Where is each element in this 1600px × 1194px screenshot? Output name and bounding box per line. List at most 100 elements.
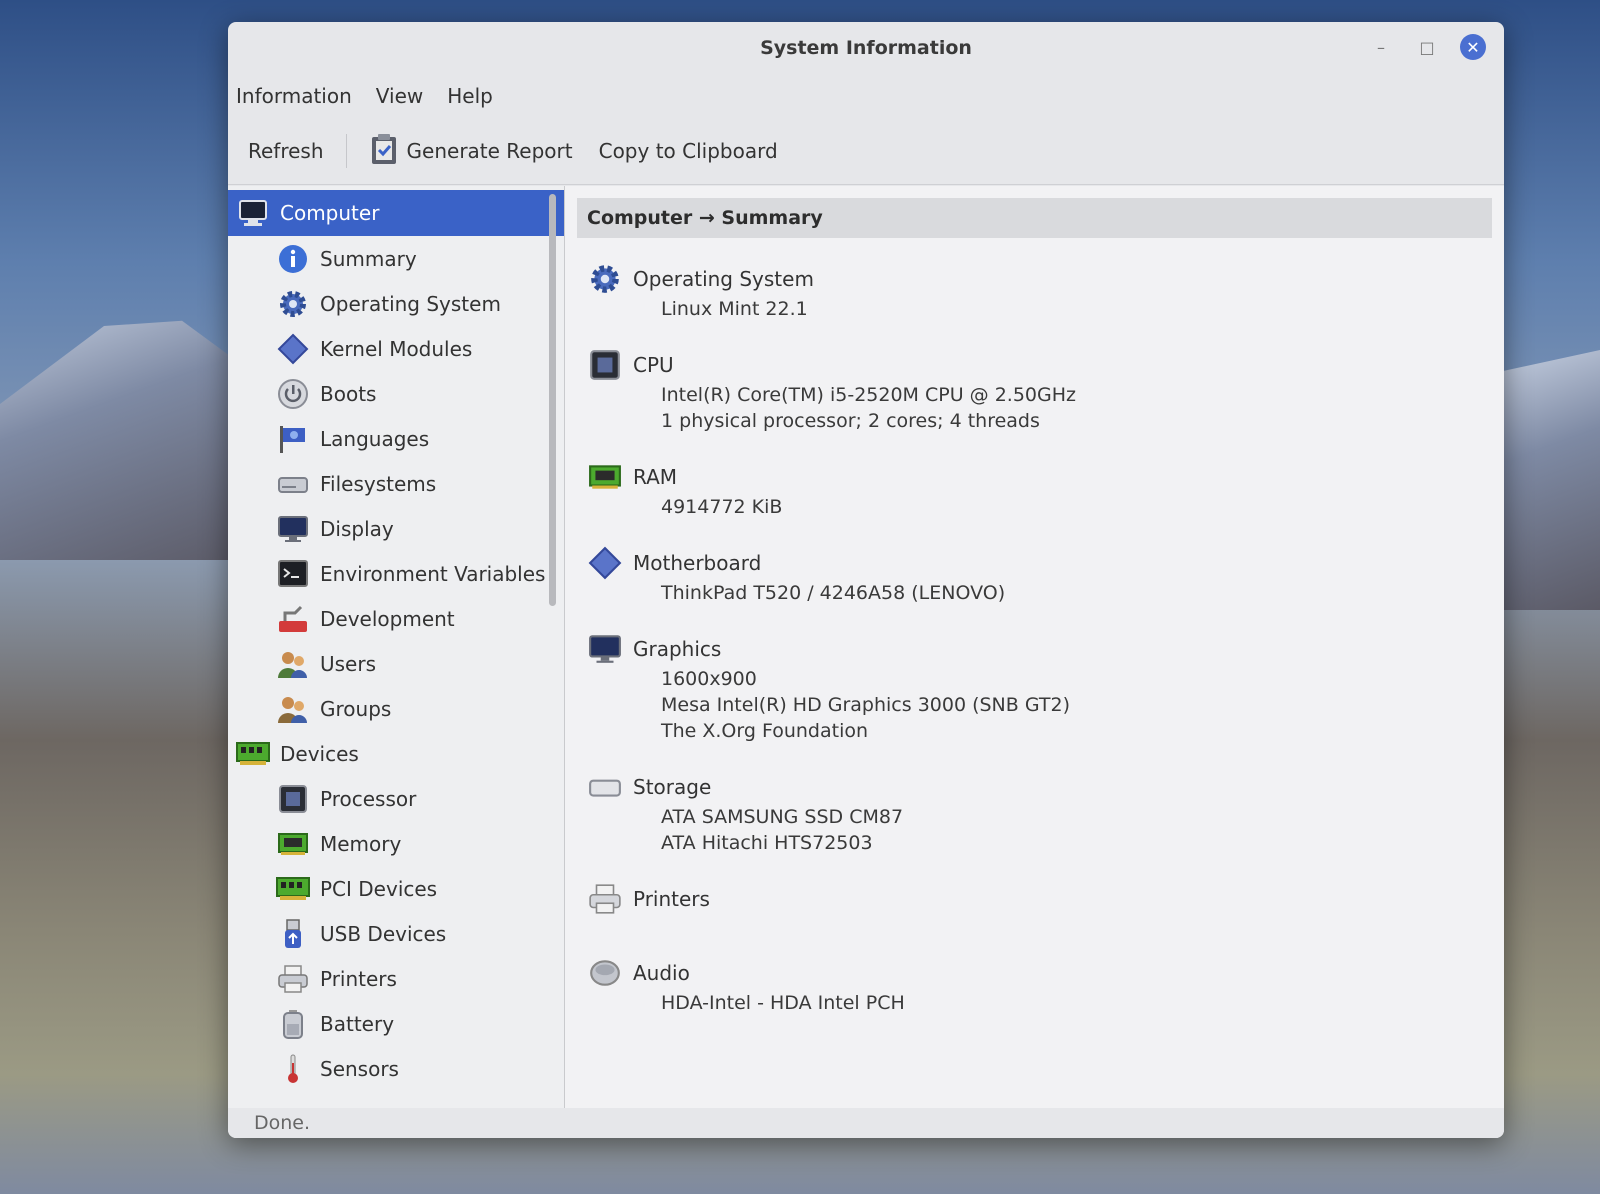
sidebar-item-devices[interactable]: Devices bbox=[228, 731, 564, 776]
section-title: Audio bbox=[633, 961, 690, 985]
section-title: Operating System bbox=[633, 267, 814, 291]
power-icon bbox=[276, 377, 310, 411]
breadcrumb: Computer → Summary bbox=[577, 198, 1492, 238]
thermometer-icon bbox=[276, 1052, 310, 1086]
section-title: Motherboard bbox=[633, 551, 762, 575]
sidebar-item-label: Battery bbox=[320, 1011, 395, 1036]
sidebar-item-filesystems[interactable]: Filesystems bbox=[228, 461, 564, 506]
maximize-button[interactable]: □ bbox=[1414, 34, 1440, 60]
sidebar-item-sensors[interactable]: Sensors bbox=[228, 1046, 564, 1091]
clipboard-report-icon bbox=[369, 132, 399, 171]
menu-information[interactable]: Information bbox=[236, 80, 352, 112]
sidebar-item-display[interactable]: Display bbox=[228, 506, 564, 551]
sidebar-scrollbar[interactable] bbox=[549, 194, 556, 606]
section-cpu: CPU Intel(R) Core(TM) i5-2520M CPU @ 2.5… bbox=[587, 348, 1492, 434]
status-bar: Done. bbox=[228, 1108, 1504, 1138]
sidebar-item-label: Languages bbox=[320, 426, 430, 451]
cpu-model-value: Intel(R) Core(TM) i5-2520M CPU @ 2.50GHz bbox=[661, 384, 1076, 406]
sidebar-item-label: Operating System bbox=[320, 291, 501, 316]
audio-value: HDA-Intel - HDA Intel PCH bbox=[661, 992, 905, 1014]
status-text: Done. bbox=[254, 1112, 311, 1134]
sidebar-item-label: Boots bbox=[320, 381, 377, 406]
section-audio: Audio HDA-Intel - HDA Intel PCH bbox=[587, 956, 1492, 1016]
sidebar-item-label: Sensors bbox=[320, 1056, 399, 1081]
sidebar-item-environment-variables[interactable]: Environment Variables bbox=[228, 551, 564, 596]
sidebar-item-label: Users bbox=[320, 651, 377, 676]
sidebar-item-summary[interactable]: Summary bbox=[228, 236, 564, 281]
memory-icon bbox=[276, 827, 310, 861]
sidebar-item-label: PCI Devices bbox=[320, 876, 438, 901]
sidebar-item-operating-system[interactable]: Operating System bbox=[228, 281, 564, 326]
cpu-topology-value: 1 physical processor; 2 cores; 4 threads bbox=[661, 410, 1040, 432]
cpu-icon bbox=[587, 347, 623, 383]
section-graphics: Graphics 1600x900 Mesa Intel(R) HD Graph… bbox=[587, 632, 1492, 744]
sidebar-item-boots[interactable]: Boots bbox=[228, 371, 564, 416]
section-header: Storage bbox=[587, 770, 1492, 804]
minimize-button[interactable]: – bbox=[1368, 34, 1394, 60]
toolbar: Refresh Generate Report Copy to Clipboar… bbox=[228, 118, 1504, 185]
sidebar-item-printers[interactable]: Printers bbox=[228, 956, 564, 1001]
cpu-icon bbox=[276, 782, 310, 816]
sidebar-item-pci-devices[interactable]: PCI Devices bbox=[228, 866, 564, 911]
computer-icon bbox=[236, 196, 270, 230]
menu-view[interactable]: View bbox=[376, 80, 423, 112]
sidebar-item-label: Kernel Modules bbox=[320, 336, 473, 361]
menu-bar: Information View Help bbox=[228, 74, 1504, 118]
sidebar-item-memory[interactable]: Memory bbox=[228, 821, 564, 866]
diamond-icon bbox=[276, 332, 310, 366]
sidebar-item-label: Devices bbox=[280, 741, 359, 766]
terminal-icon bbox=[276, 557, 310, 591]
sidebar-item-battery[interactable]: Battery bbox=[228, 1001, 564, 1046]
ram-value: 4914772 KiB bbox=[661, 496, 783, 518]
title-bar[interactable]: System Information – □ ✕ bbox=[228, 22, 1504, 74]
section-title: CPU bbox=[633, 353, 674, 377]
copy-to-clipboard-button[interactable]: Copy to Clipboard bbox=[595, 133, 782, 169]
sidebar-item-computer[interactable]: Computer bbox=[228, 190, 564, 236]
sidebar-tree: Computer Summary Operating System Kernel… bbox=[228, 186, 565, 1108]
content-pane: Computer → Summary Operating System Linu… bbox=[565, 186, 1504, 1108]
copy-to-clipboard-label: Copy to Clipboard bbox=[598, 139, 778, 163]
sidebar-item-usb-devices[interactable]: USB Devices bbox=[228, 911, 564, 956]
info-icon bbox=[276, 242, 310, 276]
memory-icon bbox=[587, 459, 623, 495]
sidebar-item-groups[interactable]: Groups bbox=[228, 686, 564, 731]
section-title: Storage bbox=[633, 775, 712, 799]
section-storage: Storage ATA SAMSUNG SSD CM87 ATA Hitachi… bbox=[587, 770, 1492, 856]
section-header: Operating System bbox=[587, 262, 1492, 296]
gear-icon bbox=[587, 261, 623, 297]
menu-help[interactable]: Help bbox=[447, 80, 493, 112]
section-header: Graphics bbox=[587, 632, 1492, 666]
speaker-icon bbox=[587, 955, 623, 991]
section-operating-system: Operating System Linux Mint 22.1 bbox=[587, 262, 1492, 322]
sidebar-item-label: Environment Variables bbox=[320, 561, 546, 586]
sidebar-item-users[interactable]: Users bbox=[228, 641, 564, 686]
close-button[interactable]: ✕ bbox=[1460, 34, 1486, 60]
diamond-icon bbox=[587, 545, 623, 581]
sidebar-item-label: Summary bbox=[320, 246, 417, 271]
sidebar-item-languages[interactable]: Languages bbox=[228, 416, 564, 461]
window-title: System Information bbox=[760, 37, 972, 59]
graphics-vendor-value: The X.Org Foundation bbox=[661, 720, 869, 742]
sidebar-item-label: Groups bbox=[320, 696, 392, 721]
sidebar-item-processor[interactable]: Processor bbox=[228, 776, 564, 821]
os-value: Linux Mint 22.1 bbox=[661, 298, 808, 320]
wallpaper-mountain-left bbox=[0, 320, 260, 560]
sidebar-item-kernel-modules[interactable]: Kernel Modules bbox=[228, 326, 564, 371]
storage-disk-1-value: ATA SAMSUNG SSD CM87 bbox=[661, 806, 904, 828]
sidebar-item-label: Processor bbox=[320, 786, 417, 811]
printer-icon bbox=[587, 881, 623, 917]
section-header: Printers bbox=[587, 882, 1492, 916]
generate-report-button[interactable]: Generate Report bbox=[365, 126, 577, 177]
storage-disk-2-value: ATA Hitachi HTS72503 bbox=[661, 832, 873, 854]
sidebar-item-development[interactable]: Development bbox=[228, 596, 564, 641]
pci-card-icon bbox=[236, 737, 270, 771]
users-icon bbox=[276, 647, 310, 681]
window-controls: – □ ✕ bbox=[1368, 34, 1486, 60]
groups-icon bbox=[276, 692, 310, 726]
monitor-icon bbox=[587, 631, 623, 667]
sidebar-item-label: Display bbox=[320, 516, 394, 541]
refresh-button[interactable]: Refresh bbox=[244, 133, 328, 169]
main-pane: Computer Summary Operating System Kernel… bbox=[228, 186, 1504, 1108]
system-information-window: System Information – □ ✕ Information Vie… bbox=[228, 22, 1504, 1138]
sidebar-item-label: Development bbox=[320, 606, 455, 631]
